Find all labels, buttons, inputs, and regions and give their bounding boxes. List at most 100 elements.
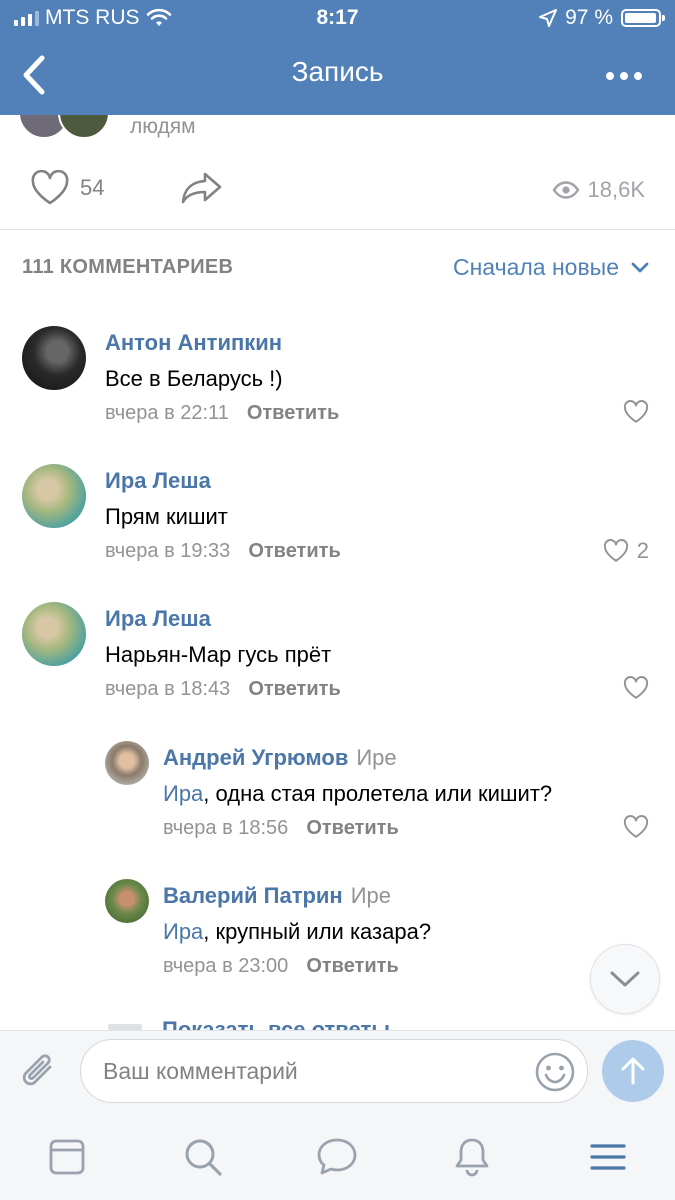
- tab-messages[interactable]: [312, 1132, 362, 1182]
- comment-time: вчера в 19:33: [105, 540, 231, 562]
- menu-icon: [590, 1144, 626, 1170]
- comment-like-button[interactable]: [623, 676, 649, 700]
- tab-notifications[interactable]: [447, 1132, 497, 1182]
- liked-people-text: людям: [130, 115, 196, 138]
- nav-bar: Запись: [0, 40, 675, 110]
- messages-icon: [317, 1138, 357, 1175]
- feed-icon: [49, 1139, 85, 1175]
- comment-item: Антон Антипкин Все в Беларусь !) вчера в…: [0, 322, 675, 452]
- comment-author[interactable]: Валерий Патрин Ире: [163, 883, 391, 909]
- sort-label: Сначала новые: [452, 254, 619, 280]
- comments-header: 111 КОММЕНТАРИЕВ Сначала новые: [0, 230, 675, 310]
- eye-icon: [552, 181, 579, 199]
- avatar: [58, 115, 110, 139]
- search-icon: [185, 1139, 222, 1176]
- arrow-up-icon: [621, 1057, 645, 1085]
- comment-like-button[interactable]: [623, 815, 649, 839]
- paperclip-icon: [22, 1054, 52, 1086]
- comment-text: Нарьян-Мар гусь прёт: [105, 642, 332, 667]
- reply-button[interactable]: Ответить: [248, 678, 340, 700]
- heart-icon: [603, 539, 628, 562]
- heart-icon: [31, 170, 69, 205]
- sort-dropdown[interactable]: Сначала новые: [453, 254, 649, 281]
- reply-button[interactable]: Ответить: [247, 402, 339, 424]
- comment-item: Ира Леша Нарьян-Мар гусь прёт вчера в 18…: [0, 598, 675, 728]
- show-all-replies-link[interactable]: Показать все ответы: [162, 1016, 390, 1030]
- share-button[interactable]: [180, 170, 224, 211]
- avatar[interactable]: [105, 741, 149, 785]
- notifications-icon: [455, 1138, 489, 1177]
- reply-button[interactable]: Ответить: [248, 540, 340, 562]
- comment-meta: вчера в 18:43 Ответить: [105, 678, 341, 701]
- comment-meta: вчера в 22:11 Ответить: [105, 402, 339, 425]
- like-button[interactable]: 54: [30, 170, 104, 206]
- reply-to: Ире: [356, 745, 397, 770]
- comment-meta: вчера в 23:00 Ответить: [163, 955, 399, 978]
- author-name[interactable]: Ира Леша: [105, 468, 211, 493]
- status-bar: MTS RUS 8:17 97 %: [0, 0, 675, 36]
- battery-label: 97 %: [565, 6, 613, 29]
- avatar[interactable]: [22, 464, 86, 528]
- author-name[interactable]: Ира Леша: [105, 606, 211, 631]
- views-count: 18,6K: [587, 177, 646, 202]
- mention-link[interactable]: Ира: [163, 781, 203, 806]
- post-footer: людям 54 18,6K: [0, 115, 675, 230]
- avatar[interactable]: [22, 602, 86, 666]
- reply-button[interactable]: Ответить: [306, 955, 398, 977]
- chevron-down-icon: [631, 262, 649, 272]
- author-name[interactable]: Андрей Угрюмов: [163, 745, 348, 770]
- comment-input[interactable]: [101, 1054, 521, 1088]
- reply-item: Валерий Патрин Ире Ира, крупный или казар…: [0, 876, 675, 1006]
- tab-bar: [0, 1110, 675, 1200]
- comment-time: вчера в 23:00: [163, 955, 289, 977]
- attach-button[interactable]: [20, 1049, 60, 1098]
- tab-search[interactable]: [178, 1132, 228, 1182]
- comment-author[interactable]: Ира Леша: [105, 606, 211, 632]
- heart-icon: [623, 815, 649, 838]
- more-button[interactable]: [605, 62, 643, 82]
- smiley-icon: [535, 1052, 575, 1092]
- liked-avatars: [18, 115, 118, 139]
- comments-count: 111 КОММЕНТАРИЕВ: [22, 256, 234, 278]
- like-count: 54: [80, 175, 105, 200]
- comment-like-count: 2: [636, 538, 649, 563]
- reply-item: Андрей Угрюмов Ире Ира, одна стая пролете…: [0, 738, 675, 868]
- page-title: Запись: [291, 56, 384, 87]
- emoji-button[interactable]: [533, 1050, 577, 1099]
- comment-text: Прям кишит: [105, 504, 228, 529]
- tab-menu[interactable]: [583, 1132, 633, 1182]
- comment-text-body: , одна стая пролетела или кишит?: [203, 781, 553, 806]
- comment-author[interactable]: Антон Антипкин: [105, 330, 282, 356]
- tab-feed[interactable]: [42, 1132, 92, 1182]
- chevron-down-icon: [610, 971, 640, 987]
- comment-meta: вчера в 18:56 Ответить: [163, 817, 399, 840]
- location-icon: [539, 9, 558, 27]
- comment-item: Ира Леша Прям кишит вчера в 19:33 Ответит…: [0, 460, 675, 590]
- comment-like-button[interactable]: 2: [603, 538, 649, 564]
- comment-text: Все в Беларусь !): [105, 366, 283, 391]
- author-name[interactable]: Валерий Патрин: [163, 883, 343, 908]
- send-button[interactable]: [602, 1040, 664, 1102]
- comment-text-body: , крупный или казара?: [203, 919, 432, 944]
- comment-author[interactable]: Ира Леша: [105, 468, 211, 494]
- comment-time: вчера в 18:56: [163, 817, 289, 839]
- comment-composer: [0, 1030, 675, 1110]
- comment-like-button[interactable]: [623, 400, 649, 424]
- comment-text: Ира, одна стая пролетела или кишит?: [163, 781, 552, 807]
- share-arrow-icon: [181, 172, 222, 204]
- heart-icon: [623, 400, 649, 423]
- top-bar: MTS RUS 8:17 97 % Запись: [0, 0, 675, 115]
- status-right: 97 %: [539, 6, 665, 30]
- comment-time: вчера в 18:43: [105, 678, 231, 700]
- comment-text: Ира, крупный или казара?: [163, 919, 431, 945]
- reply-button[interactable]: Ответить: [306, 817, 398, 839]
- more-dots-icon: [606, 72, 642, 80]
- mention-link[interactable]: Ира: [163, 919, 203, 944]
- heart-icon: [623, 676, 649, 699]
- author-name[interactable]: Антон Антипкин: [105, 330, 282, 355]
- comment-author[interactable]: Андрей Угрюмов Ире: [163, 745, 397, 771]
- avatar[interactable]: [22, 326, 86, 390]
- avatar[interactable]: [105, 879, 149, 923]
- scroll-down-button[interactable]: [590, 944, 660, 1014]
- comment-meta: вчера в 19:33 Ответить: [105, 540, 341, 563]
